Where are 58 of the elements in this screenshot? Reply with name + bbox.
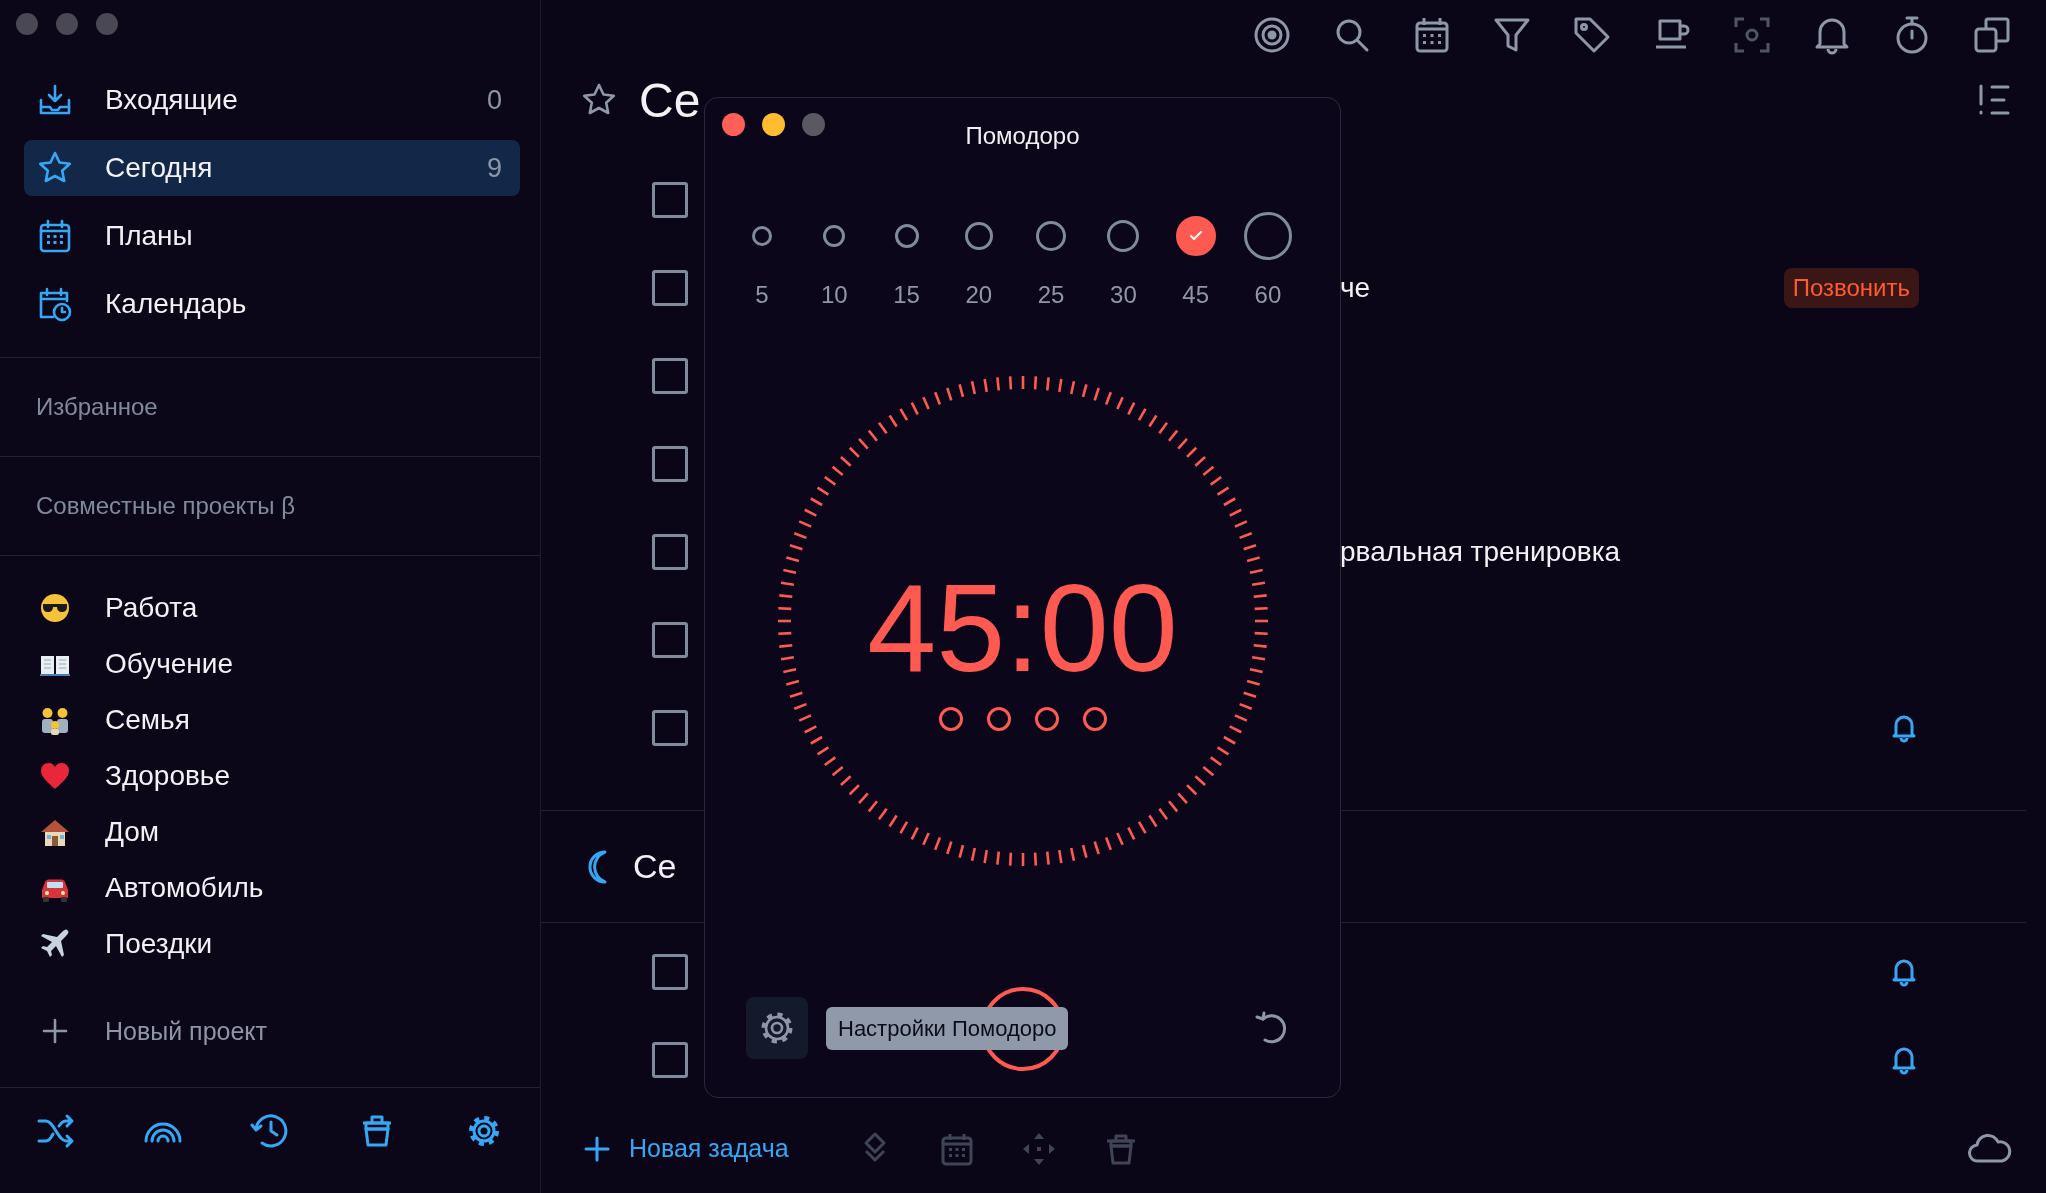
new-task-button[interactable]: Новая задача <box>583 1134 789 1163</box>
duration-option[interactable]: 30 <box>1088 206 1159 310</box>
task-checkbox[interactable] <box>652 954 688 990</box>
duration-option[interactable]: 10 <box>799 206 870 310</box>
copy-icon[interactable] <box>1972 15 2012 55</box>
minimize-button[interactable] <box>762 113 785 136</box>
duration-option[interactable]: 20 <box>943 206 1014 310</box>
duration-option[interactable]: 5 <box>727 206 797 310</box>
duration-option[interactable]: 15 <box>871 206 942 310</box>
calendar-icon <box>37 218 73 254</box>
close-button[interactable] <box>722 113 745 136</box>
plus-icon <box>41 1017 69 1045</box>
project-item[interactable]: Здоровье <box>0 748 540 804</box>
focus-icon[interactable] <box>1732 15 1772 55</box>
section-header[interactable]: Избранное <box>0 358 540 456</box>
project-item[interactable]: Дом <box>0 804 540 860</box>
task-checkbox[interactable] <box>652 446 688 482</box>
section-header[interactable]: Совместные проекты β <box>0 457 540 555</box>
heart-icon <box>39 760 71 792</box>
task-title[interactable]: рвальная тренировка <box>1340 536 1621 568</box>
item-count: 0 <box>486 84 502 116</box>
tooltip: Настройки Помодоро <box>826 1007 1069 1050</box>
window-title: Помодоро <box>965 121 1080 151</box>
task-checkbox[interactable] <box>652 270 688 306</box>
project-item[interactable]: Обучение <box>0 636 540 692</box>
task-checkbox[interactable] <box>652 710 688 746</box>
project-item[interactable]: Поездки <box>0 916 540 972</box>
cloud-icon[interactable] <box>1968 1132 2012 1165</box>
task-checkbox[interactable] <box>652 358 688 394</box>
task-checkbox[interactable] <box>652 534 688 570</box>
calendar-clock-icon <box>37 286 73 322</box>
duration-option[interactable]: 45 <box>1160 206 1231 310</box>
timer-readout: 45:00 <box>867 563 1178 693</box>
section-title: Се <box>633 847 677 886</box>
task-checkbox[interactable] <box>652 622 688 658</box>
target-icon[interactable] <box>1252 15 1292 55</box>
sunglasses-face-icon <box>39 592 71 624</box>
project-item[interactable]: Семья <box>0 692 540 748</box>
tag-icon[interactable] <box>1572 15 1612 55</box>
airplane-icon <box>39 928 71 960</box>
task-title[interactable]: че <box>1340 272 1371 304</box>
sidebar-item[interactable]: Сегодня 9 <box>24 140 520 196</box>
list-title: Се <box>639 72 701 128</box>
settings-button[interactable] <box>746 997 808 1059</box>
item-count: 9 <box>486 152 502 184</box>
new-project-button[interactable]: Новый проект <box>0 1003 540 1059</box>
task-checkbox[interactable] <box>652 182 688 218</box>
sidebar-item[interactable]: Входящие 0 <box>24 72 520 128</box>
sidebar-item[interactable]: Календарь <box>24 276 520 332</box>
task-tag[interactable]: Позвонить <box>1783 268 1919 308</box>
task-checkbox[interactable] <box>652 1042 688 1078</box>
zoom-button[interactable] <box>802 113 825 136</box>
sidebar-item[interactable]: Планы <box>24 208 520 264</box>
duration-option[interactable]: 25 <box>1016 206 1087 310</box>
project-item[interactable]: Автомобиль <box>0 860 540 916</box>
duration-option[interactable]: 60 <box>1232 206 1303 310</box>
project-item[interactable]: Работа <box>0 580 540 636</box>
plus-icon <box>583 1134 611 1163</box>
